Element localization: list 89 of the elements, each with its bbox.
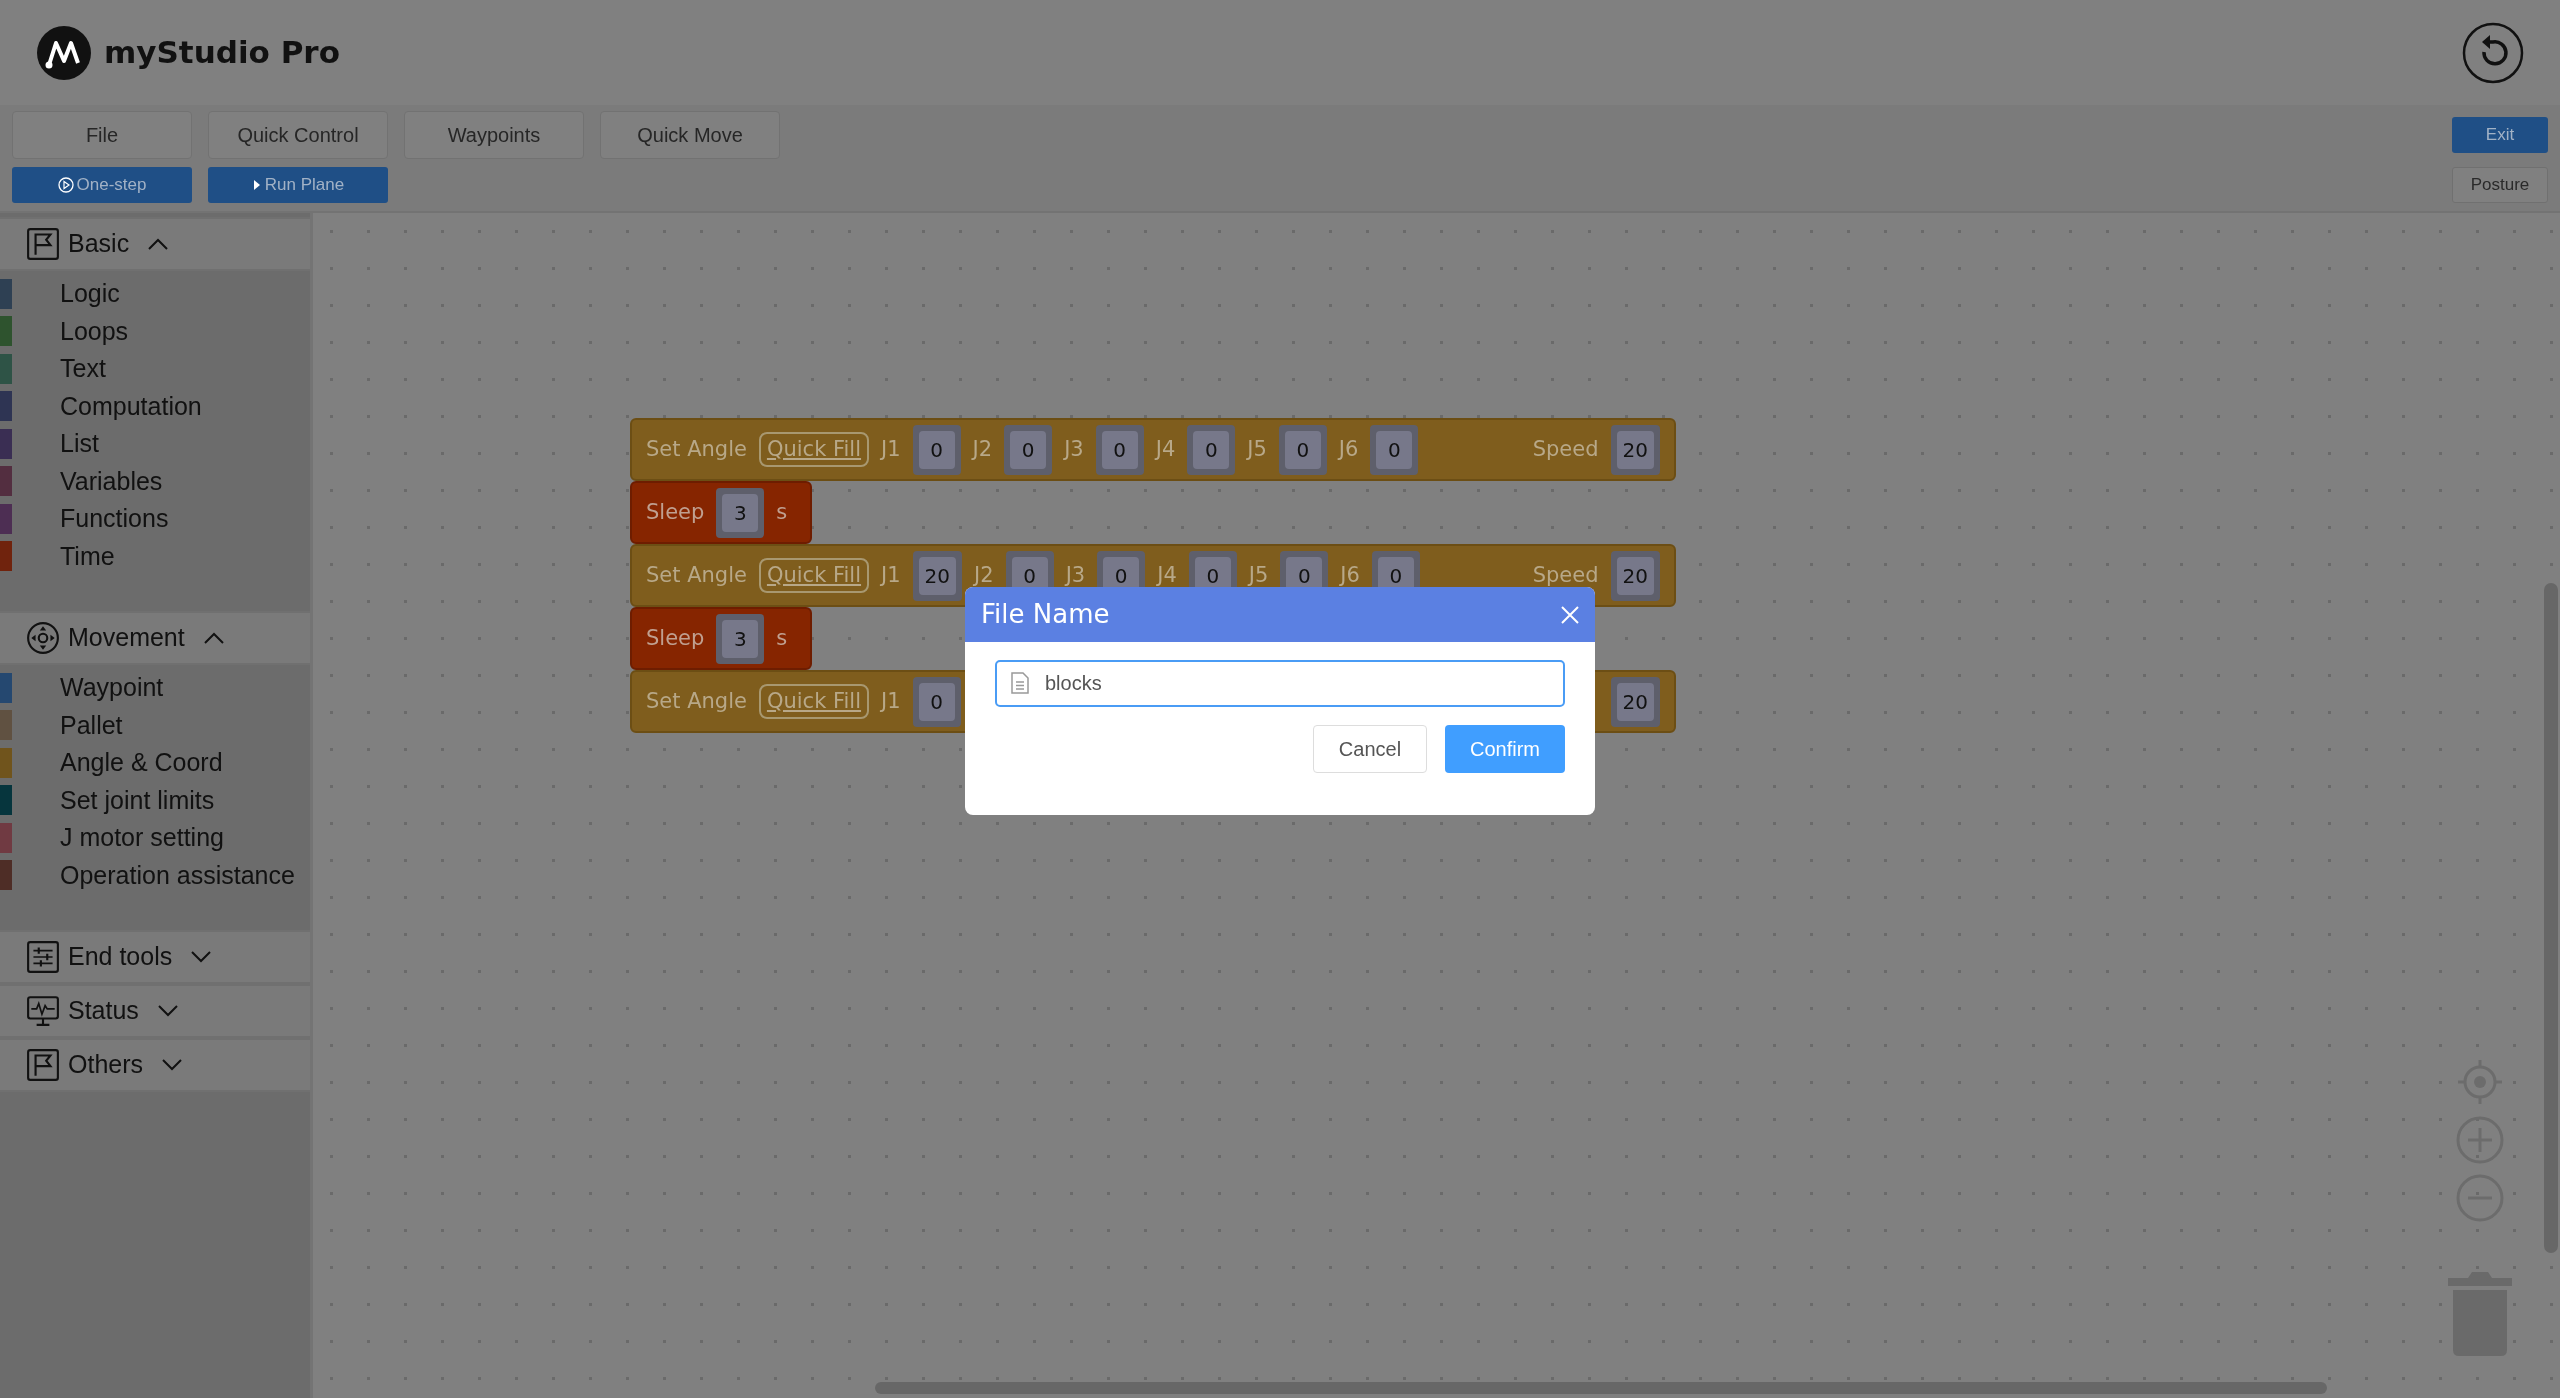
quick-fill-button[interactable]: Quick Fill (758, 557, 870, 594)
chevron-up-icon[interactable] (147, 237, 170, 251)
menu-button[interactable]: File (12, 111, 192, 159)
joint-label: J5 (1248, 561, 1269, 589)
vertical-scrollbar[interactable] (2544, 583, 2558, 1253)
section-title[interactable]: Others (68, 1046, 144, 1084)
app-title: myStudio Pro (104, 33, 340, 73)
joint-label: J2 (974, 561, 994, 589)
sleep-block[interactable]: Sleep 3 s (630, 607, 812, 670)
joint-label: J3 (1065, 561, 1086, 589)
joint-label: J1 (881, 435, 901, 463)
value-slot[interactable]: 0 (1278, 424, 1327, 475)
value-slot[interactable]: 20 (1610, 424, 1660, 475)
category-item[interactable]: Logic (60, 275, 120, 313)
chevron-up-icon[interactable] (202, 631, 225, 645)
quick-fill-button[interactable]: Quick Fill (758, 683, 870, 720)
section-title[interactable]: Basic (68, 225, 130, 263)
block-label: Sleep (646, 498, 705, 526)
category-item[interactable]: J motor setting (60, 819, 224, 857)
play-icon (251, 178, 262, 192)
document-icon (1011, 672, 1029, 694)
unit-label: s (776, 498, 788, 526)
value-slot[interactable]: 0 (912, 676, 961, 727)
chevron-down-icon[interactable] (190, 950, 213, 964)
block-label: Set Angle (646, 435, 747, 463)
category-item[interactable]: Angle & Coord (60, 744, 223, 782)
horizontal-scrollbar[interactable] (875, 1382, 2327, 1394)
posture-button[interactable]: Posture (2452, 167, 2548, 203)
file-name-field[interactable]: blocks (995, 660, 1565, 707)
value-slot[interactable]: 0 (1370, 424, 1419, 475)
speed-label: Speed (1532, 561, 1599, 589)
category-item[interactable]: Operation assistance (60, 856, 295, 894)
category-item[interactable]: Waypoint (60, 669, 164, 707)
value-slot[interactable]: 0 (1187, 424, 1236, 475)
confirm-button[interactable]: Confirm (1445, 725, 1565, 773)
value-slot[interactable]: 0 (1095, 424, 1144, 475)
flag-icon (26, 1048, 60, 1082)
value-slot[interactable]: 0 (912, 424, 961, 475)
set-angle-block[interactable]: Set Angle Quick Fill J1 0 J2 0 J3 0 J4 0 J5 0 J6 0 Speed 20 (630, 418, 1676, 481)
category-item[interactable]: List (60, 425, 99, 463)
chevron-down-icon[interactable] (161, 1058, 184, 1072)
sleep-block[interactable]: Sleep 3 s (630, 481, 812, 544)
undo-icon[interactable] (2462, 21, 2524, 84)
category-item[interactable]: Pallet (60, 706, 123, 744)
value-slot[interactable]: 0 (1004, 424, 1053, 475)
run-button[interactable]: Run Plane (208, 167, 388, 203)
joint-label: J6 (1340, 561, 1360, 589)
joint-label: J4 (1157, 561, 1177, 589)
value-slot[interactable]: 20 (1610, 676, 1660, 727)
category-item[interactable]: Variables (60, 462, 163, 500)
category-item[interactable]: Set joint limits (60, 781, 215, 819)
category-item[interactable]: Time (60, 537, 115, 575)
value-slot[interactable]: 3 (716, 613, 765, 664)
category-item[interactable]: Computation (60, 387, 202, 425)
joint-label: J1 (881, 687, 901, 715)
block-label: Sleep (646, 624, 705, 652)
block-label: Set Angle (646, 561, 747, 589)
cancel-button[interactable]: Cancel (1313, 725, 1427, 773)
chevron-down-icon[interactable] (156, 1004, 179, 1018)
block-label: Set Angle (646, 687, 747, 715)
menu-button[interactable]: Quick Move (600, 111, 780, 159)
play-circle-icon (57, 177, 74, 193)
close-button[interactable] (1559, 603, 1581, 626)
value-slot[interactable]: 3 (716, 487, 765, 538)
menu-button[interactable]: Waypoints (404, 111, 584, 159)
logo-icon (36, 24, 92, 81)
menu-button[interactable]: Quick Control (208, 111, 388, 159)
exit-button[interactable]: Exit (2452, 117, 2548, 153)
quick-fill-button[interactable]: Quick Fill (758, 431, 870, 468)
one-step-button[interactable]: One-step (12, 167, 192, 203)
joint-label: J5 (1247, 435, 1267, 463)
value-slot[interactable]: 20 (1610, 550, 1660, 601)
joint-label: J4 (1155, 435, 1176, 463)
joint-label: J3 (1064, 435, 1084, 463)
joint-label: J2 (972, 435, 993, 463)
value-slot[interactable]: 20 (912, 550, 963, 601)
sliders-icon (26, 940, 60, 974)
direction-pad-icon (26, 621, 60, 655)
joint-label: J1 (881, 561, 901, 589)
monitor-icon (26, 994, 60, 1028)
unit-label: s (776, 624, 788, 652)
flag-icon (26, 227, 60, 261)
section-title[interactable]: Status (68, 992, 139, 1030)
joint-label: J6 (1338, 435, 1359, 463)
category-item[interactable]: Loops (60, 312, 129, 350)
category-item[interactable]: Functions (60, 500, 169, 538)
close-icon (1559, 603, 1581, 626)
speed-label: Speed (1532, 435, 1599, 463)
category-item[interactable]: Text (60, 350, 106, 388)
